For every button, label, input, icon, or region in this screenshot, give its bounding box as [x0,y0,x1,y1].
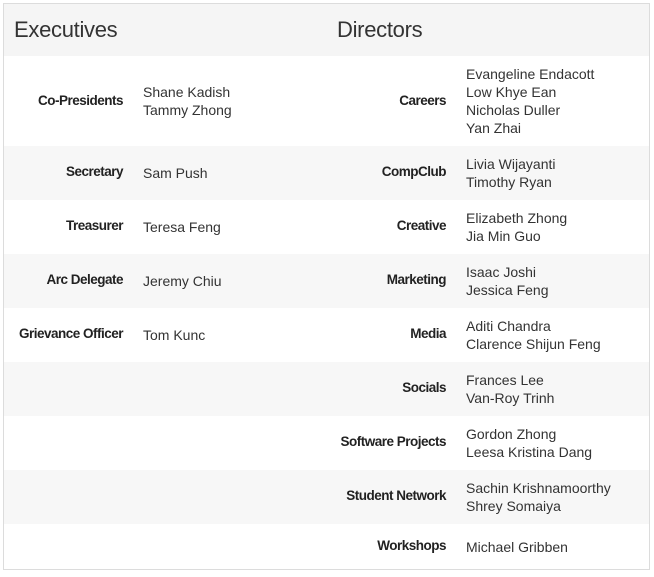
person-name: Nicholas Duller [466,102,561,118]
exec-names: Shane Kadish Tammy Zhong [143,83,232,119]
director-names: Elizabeth Zhong Jia Min Guo [466,209,567,245]
person-name: Tom Kunc [143,327,206,343]
director-names: Gordon Zhong Leesa Kristina Dang [466,425,592,461]
person-name: Aditi Chandra [466,318,551,334]
person-name: Evangeline Endacott [466,66,595,82]
director-role: Workshops [377,538,446,553]
director-names: Frances Lee Van-Roy Trinh [466,371,554,407]
director-role: Socials [402,380,446,395]
person-name: Sam Push [143,165,208,181]
exec-role: Grievance Officer [18,326,124,341]
exec-names: Jeremy Chiu [143,272,222,290]
person-name: Michael Gribben [466,539,568,555]
director-role: Creative [396,218,447,233]
table-row: Workshops Michael Gribben [4,524,649,569]
person-name: Tammy Zhong [143,102,232,118]
exec-role: Treasurer [65,218,124,233]
director-role: Student Network [346,488,446,503]
director-role: CompClub [381,164,447,179]
table-row: Socials Frances Lee Van-Roy Trinh [4,362,649,416]
person-name: Gordon Zhong [466,426,557,442]
director-role: Media [410,326,446,341]
exec-names: Tom Kunc [143,326,205,344]
table-row: Software Projects Gordon Zhong Leesa Kri… [4,416,649,470]
director-role: Careers [399,93,446,108]
person-name: Timothy Ryan [466,174,552,190]
person-name: Jessica Feng [466,282,549,298]
person-name: Teresa Feng [143,219,221,235]
committee-table: Executives Directors Co-Presidents Shane… [3,3,650,570]
directors-heading: Directors [337,17,423,42]
director-names: Evangeline Endacott Low Khye Ean Nichola… [466,65,594,137]
person-name: Yan Zhai [466,120,521,136]
director-role: Software Projects [340,434,446,449]
person-name: Jia Min Guo [466,228,541,244]
person-name: Van-Roy Trinh [466,390,555,406]
director-names: Isaac Joshi Jessica Feng [466,263,548,299]
person-name: Frances Lee [466,372,544,388]
person-name: Jeremy Chiu [143,273,222,289]
table-row: Secretary Sam Push CompClub Livia Wijaya… [4,146,649,200]
table-row: Co-Presidents Shane Kadish Tammy Zhong C… [4,56,649,146]
exec-names: Teresa Feng [143,218,221,236]
exec-role: Secretary [65,164,124,179]
person-name: Clarence Shijun Feng [466,336,601,352]
person-name: Shrey Somaiya [466,498,561,514]
person-name: Isaac Joshi [466,264,537,280]
table-header: Executives Directors [4,4,649,56]
exec-role: Arc Delegate [46,272,123,287]
person-name: Elizabeth Zhong [466,210,568,226]
table-row: Arc Delegate Jeremy Chiu Marketing Isaac… [4,254,649,308]
exec-names: Sam Push [143,164,208,182]
person-name: Livia Wijayanti [466,156,556,172]
person-name: Leesa Kristina Dang [466,444,593,460]
director-names: Livia Wijayanti Timothy Ryan [466,155,555,191]
person-name: Shane Kadish [143,84,231,100]
director-names: Michael Gribben [466,538,568,556]
table-row: Student Network Sachin Krishnamoorthy Sh… [4,470,649,524]
table-row: Grievance Officer Tom Kunc Media Aditi C… [4,308,649,362]
director-role: Marketing [386,272,447,287]
person-name: Low Khye Ean [466,84,557,100]
person-name: Sachin Krishnamoorthy [466,480,611,496]
executives-heading: Executives [14,17,118,42]
table-row: Treasurer Teresa Feng Creative Elizabeth… [4,200,649,254]
director-names: Sachin Krishnamoorthy Shrey Somaiya [466,479,611,515]
director-names: Aditi Chandra Clarence Shijun Feng [466,317,601,353]
exec-role: Co-Presidents [37,93,124,108]
